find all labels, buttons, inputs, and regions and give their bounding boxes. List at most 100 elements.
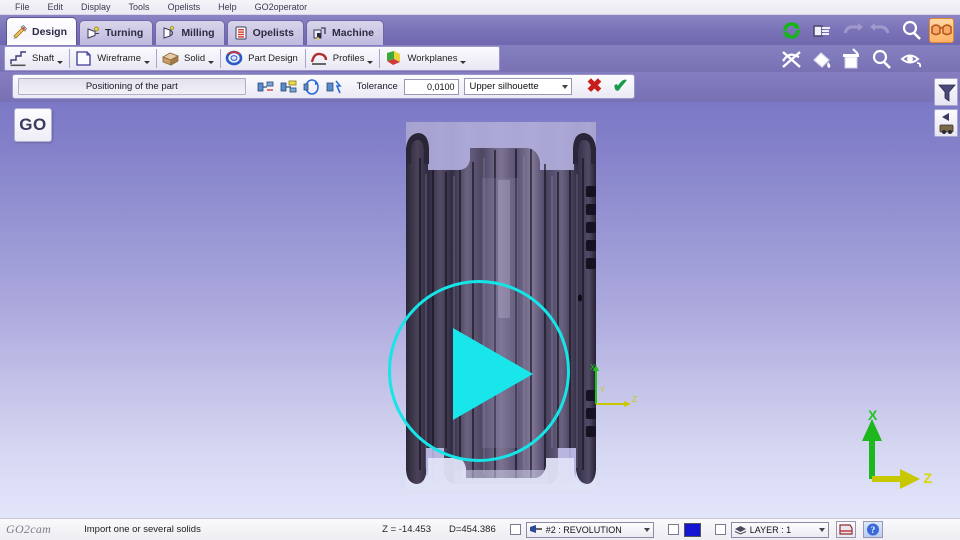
3d-viewport[interactable]: GO	[0, 102, 960, 518]
entity-select[interactable]: #2 : REVOLUTION	[526, 522, 654, 538]
layer-visibility-checkbox[interactable]	[715, 524, 726, 535]
chevron-down-icon-layer	[819, 528, 825, 532]
application-window: File Edit Display Tools Opelists Help GO…	[0, 0, 960, 540]
wireframe-icon	[74, 49, 93, 68]
menu-item-edit[interactable]: Edit	[39, 0, 73, 14]
tab-label-design: Design	[32, 26, 67, 38]
svg-text:Z: Z	[632, 395, 637, 404]
chevron-down-icon-wireframe[interactable]	[144, 61, 150, 64]
right-icon-row-2	[779, 47, 954, 72]
play-triangle-icon	[453, 328, 533, 420]
view-mode-button[interactable]	[836, 521, 856, 538]
toolbar-separator-3	[220, 49, 221, 68]
chevron-down-icon-profiles[interactable]	[367, 61, 373, 64]
zoom-window-icon[interactable]	[869, 47, 894, 72]
tab-label-opelists: Opelists	[253, 27, 294, 39]
status-bar: GO2cam Import one or several solids Z = …	[0, 518, 960, 540]
right-icon-toolbar	[779, 18, 954, 72]
menu-item-display[interactable]: Display	[72, 0, 120, 14]
redo-icon[interactable]	[869, 18, 894, 43]
tab-milling[interactable]: Milling	[155, 20, 224, 45]
toolgroup-workplanes[interactable]: Workplanes	[382, 47, 470, 70]
color-visibility-checkbox[interactable]	[668, 524, 679, 535]
tab-machine[interactable]: Machine	[306, 20, 384, 45]
pan-hand-icon[interactable]	[809, 18, 834, 43]
view-axis-indicator: X Z	[842, 407, 932, 492]
origin-axis-indicator: X Z Y	[588, 364, 640, 412]
toolgroup-label-workplanes: Workplanes	[407, 53, 457, 64]
chevron-down-icon-silhouette	[562, 85, 568, 89]
command-status-field: Positioning of the part	[18, 78, 246, 95]
eye-visibility-icon[interactable]	[899, 47, 924, 72]
toolgroup-label-shaft: Shaft	[32, 53, 54, 64]
tab-label-turning: Turning	[105, 27, 143, 39]
part-design-icon	[225, 49, 244, 68]
undo-icon[interactable]	[839, 18, 864, 43]
right-flyout-strip	[934, 78, 960, 140]
svg-text:?: ?	[870, 525, 875, 535]
z-coordinate-readout: Z = -14.453	[382, 524, 431, 535]
design-tools-icon	[12, 24, 28, 40]
glasses-3d-icon[interactable]	[929, 18, 954, 43]
toolbar-separator-1	[69, 49, 70, 68]
d-diameter-readout: D=454.386	[449, 524, 496, 535]
command-icon-group	[256, 77, 345, 97]
silhouette-select-value: Upper silhouette	[469, 81, 538, 92]
clear-bin-icon[interactable]	[839, 47, 864, 72]
toolgroup-solid[interactable]: Solid	[159, 47, 218, 70]
command-bar: Positioning of the part	[0, 72, 960, 102]
silhouette-select[interactable]: Upper silhouette	[464, 78, 571, 95]
chevron-down-icon-solid[interactable]	[208, 61, 214, 64]
tab-turning[interactable]: Turning	[79, 20, 153, 45]
toolgroup-label-profiles: Profiles	[333, 53, 365, 64]
profiles-icon	[310, 49, 329, 68]
chevron-down-icon-shaft[interactable]	[57, 61, 63, 64]
collapse-flyout-button[interactable]	[934, 109, 958, 137]
entity-visibility-checkbox[interactable]	[510, 524, 521, 535]
toolgroup-shaft[interactable]: Shaft	[7, 47, 67, 70]
tab-label-machine: Machine	[332, 27, 374, 39]
milling-icon	[161, 25, 177, 41]
tab-design[interactable]: Design	[6, 17, 77, 45]
workplanes-icon	[384, 49, 403, 68]
orient-y-icon[interactable]	[279, 77, 299, 97]
menu-item-opelists[interactable]: Opelists	[159, 0, 210, 14]
shaft-icon	[9, 49, 28, 68]
layer-select-value: LAYER : 1	[750, 525, 816, 535]
menu-item-file[interactable]: File	[6, 0, 39, 14]
chevron-down-icon-workplanes[interactable]	[460, 61, 466, 64]
hide-elements-icon[interactable]	[779, 47, 804, 72]
validate-button[interactable]: ✔	[610, 76, 631, 98]
right-icon-row-1	[779, 18, 954, 43]
help-button[interactable]: ?	[863, 521, 883, 538]
filter-funnel-button[interactable]	[934, 78, 958, 106]
toolgroup-wireframe[interactable]: Wireframe	[72, 47, 154, 70]
zoom-magnifier-icon[interactable]	[899, 18, 924, 43]
menu-bar: File Edit Display Tools Opelists Help GO…	[0, 0, 960, 15]
status-message: Import one or several solids	[84, 524, 254, 535]
play-video-button[interactable]	[388, 280, 570, 462]
paint-bucket-icon[interactable]	[809, 47, 834, 72]
refresh-view-icon[interactable]	[779, 18, 804, 43]
toolbar-separator-4	[305, 49, 306, 68]
toolgroup-part-design[interactable]: Part Design	[223, 47, 303, 70]
toolbar-separator-2	[156, 49, 157, 68]
mirror-part-icon[interactable]	[325, 77, 345, 97]
menu-item-tools[interactable]: Tools	[120, 0, 159, 14]
toolgroup-profiles[interactable]: Profiles	[308, 47, 378, 70]
layer-select[interactable]: LAYER : 1	[731, 522, 829, 538]
go-button[interactable]: GO	[14, 108, 52, 142]
app-logo: GO2cam	[6, 522, 51, 537]
menu-item-go2operator[interactable]: GO2operator	[246, 0, 317, 14]
svg-text:Y: Y	[600, 387, 605, 394]
entity-select-value: #2 : REVOLUTION	[546, 525, 641, 535]
cancel-button[interactable]: ✖	[584, 76, 605, 98]
rotate-part-icon[interactable]	[302, 77, 322, 97]
toolgroup-label-part-design: Part Design	[248, 53, 298, 64]
color-swatch[interactable]	[684, 523, 701, 537]
orient-x-icon[interactable]	[256, 77, 276, 97]
menu-item-help[interactable]: Help	[209, 0, 246, 14]
tab-opelists[interactable]: Opelists	[227, 20, 304, 45]
tolerance-input[interactable]: 0,0100	[404, 79, 460, 95]
toolbar-separator-5	[379, 49, 380, 68]
